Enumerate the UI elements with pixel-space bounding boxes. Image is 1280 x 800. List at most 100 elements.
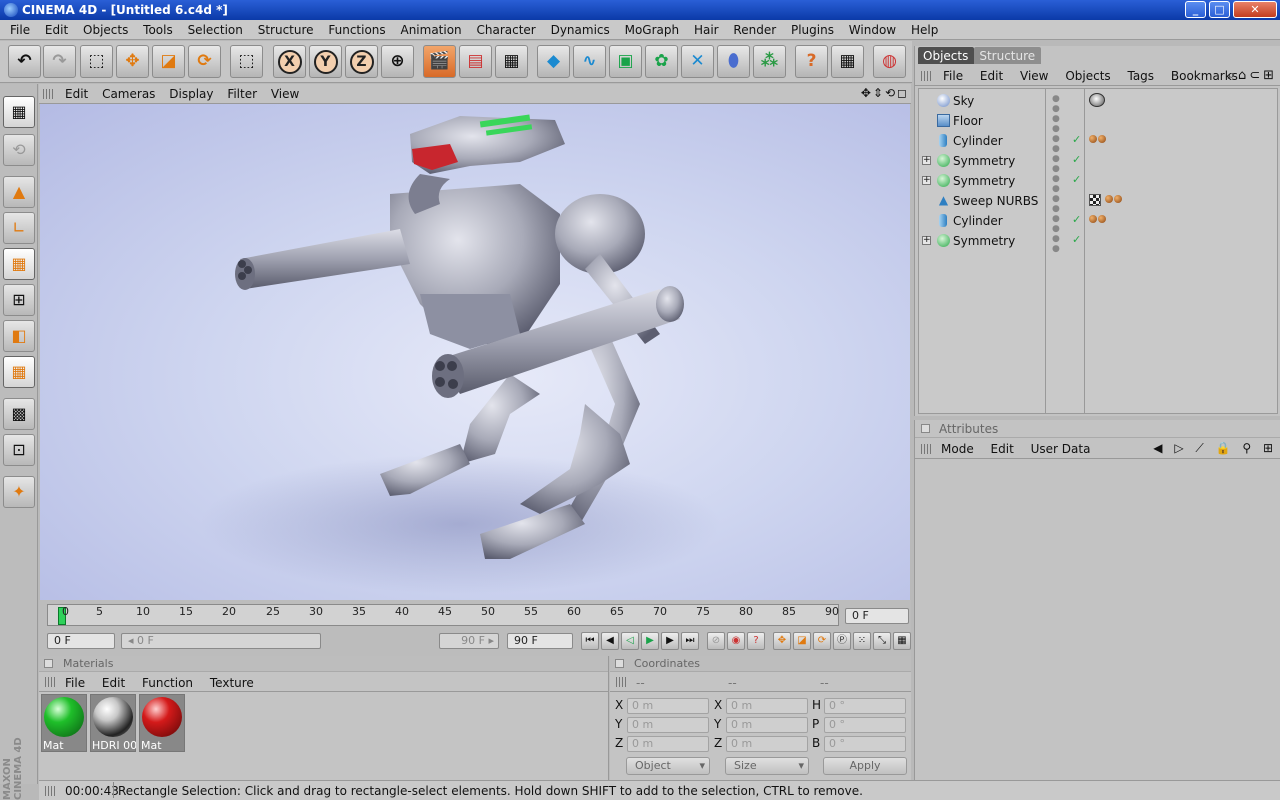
record-scale-button[interactable]: ◪ — [793, 632, 811, 650]
add-particle-button[interactable]: ⁂ — [753, 45, 786, 78]
autokeying-button[interactable]: ◉ — [727, 632, 745, 650]
enabled-check-icon[interactable]: ✓ — [1072, 233, 1081, 246]
menu-plugins[interactable]: Plugins — [791, 20, 834, 37]
menu-tools[interactable]: Tools — [143, 20, 173, 37]
points-tool-button[interactable]: ▦ — [3, 248, 35, 280]
attributes-toolbar-icons[interactable]: ◀ ▷ ⟋ 🔒 ⚲ ⊞ — [1153, 441, 1277, 456]
menu-character[interactable]: Character — [477, 20, 536, 37]
rectangle-selection-button[interactable]: ⬚ — [80, 45, 113, 78]
size-z-field[interactable]: 0 m — [726, 736, 808, 752]
z-axis-button[interactable]: Z — [345, 45, 378, 78]
tab-structure[interactable]: Structure — [974, 47, 1042, 64]
om-menu-edit[interactable]: Edit — [980, 69, 1003, 83]
menu-structure[interactable]: Structure — [258, 20, 314, 37]
menu-dynamics[interactable]: Dynamics — [551, 20, 610, 37]
move-tool-button[interactable]: ✥ — [116, 45, 149, 78]
texture-mode-button[interactable]: ▩ — [3, 398, 35, 430]
record-position-button[interactable]: ✥ — [773, 632, 791, 650]
expand-icon[interactable]: + — [922, 236, 931, 245]
add-deformer-button[interactable]: ✕ — [681, 45, 714, 78]
menu-objects[interactable]: Objects — [83, 20, 128, 37]
tab-objects[interactable]: Objects — [918, 47, 975, 64]
rotation-p-field[interactable]: 0 ° — [824, 717, 906, 733]
rotation-b-field[interactable]: 0 ° — [824, 736, 906, 752]
size-mode-select[interactable]: Size ▾ — [725, 757, 809, 775]
om-menu-objects[interactable]: Objects — [1065, 69, 1110, 83]
end-frame-field[interactable]: 90 F — [507, 633, 573, 649]
material-swatch-hdri[interactable]: HDRI 00 — [90, 694, 136, 752]
current-frame-field[interactable]: 0 F — [845, 608, 909, 624]
undo-button[interactable]: ↶ — [8, 45, 41, 78]
menu-render[interactable]: Render — [733, 20, 776, 37]
go-to-start-button[interactable]: ⏮ — [581, 632, 599, 650]
rotation-h-field[interactable]: 0 ° — [824, 698, 906, 714]
help-button[interactable]: ? — [795, 45, 828, 78]
snap-button[interactable]: ✦ — [3, 476, 35, 508]
viewport-menu-filter[interactable]: Filter — [227, 87, 257, 101]
minimize-button[interactable]: _ — [1185, 1, 1206, 18]
attr-menu-edit[interactable]: Edit — [991, 442, 1014, 456]
add-cube-button[interactable]: ◆ — [537, 45, 570, 78]
object-tags[interactable] — [1089, 93, 1105, 110]
range-end-field[interactable]: 90 F ▸ — [439, 633, 499, 649]
viewport-menu-view[interactable]: View — [271, 87, 299, 101]
render-settings-button[interactable]: ▦ — [495, 45, 528, 78]
om-menu-view[interactable]: View — [1020, 69, 1048, 83]
edges-tool-button[interactable]: ⊞ — [3, 284, 35, 316]
start-frame-field[interactable]: 0 F — [47, 633, 115, 649]
materials-menu-texture[interactable]: Texture — [210, 676, 254, 690]
menu-selection[interactable]: Selection — [188, 20, 243, 37]
om-menu-file[interactable]: File — [943, 69, 963, 83]
redo-button[interactable]: ↷ — [43, 45, 76, 78]
play-backward-button[interactable]: ◁ — [621, 632, 639, 650]
object-row-sweep-nurbs[interactable]: ▲ Sweep NURBS ● ● — [919, 191, 1277, 214]
coordinate-mode-select[interactable]: Object ▾ — [626, 757, 710, 775]
timeline-ruler[interactable]: 0 5 10 15 20 25 30 35 40 45 50 55 60 65 … — [47, 604, 839, 626]
record-active-button[interactable]: ⊘ — [707, 632, 725, 650]
attr-menu-mode[interactable]: Mode — [941, 442, 974, 456]
apply-button[interactable]: Apply — [823, 757, 907, 775]
enabled-check-icon[interactable]: ✓ — [1072, 153, 1081, 166]
go-to-end-button[interactable]: ⏭ — [681, 632, 699, 650]
materials-menu-function[interactable]: Function — [142, 676, 193, 690]
object-tags[interactable] — [1089, 193, 1123, 206]
object-tags[interactable] — [1089, 213, 1107, 226]
previous-frame-button[interactable]: ◀ — [601, 632, 619, 650]
object-row-symmetry[interactable]: + Symmetry ● ● ✓ — [919, 171, 1277, 194]
viewport-menu-edit[interactable]: Edit — [65, 87, 88, 101]
panel-toggle-checkbox[interactable] — [921, 424, 930, 433]
coordinate-system-button[interactable]: ⊕ — [381, 45, 414, 78]
play-forward-button[interactable]: ▶ — [641, 632, 659, 650]
menu-edit[interactable]: Edit — [45, 20, 68, 37]
visibility-dots[interactable]: ● ● — [1052, 234, 1061, 254]
add-array-button[interactable]: ✿ — [645, 45, 678, 78]
range-start-field[interactable]: ◂ 0 F — [121, 633, 321, 649]
materials-menu-edit[interactable]: Edit — [102, 676, 125, 690]
close-button[interactable]: ✕ — [1233, 1, 1277, 18]
maximize-button[interactable]: □ — [1209, 1, 1230, 18]
scale-tool-button[interactable]: ◪ — [152, 45, 185, 78]
add-nurbs-button[interactable]: ▣ — [609, 45, 642, 78]
record-point-level-button[interactable]: ⁙ — [853, 632, 871, 650]
record-rotation-button[interactable]: ⟳ — [813, 632, 831, 650]
x-axis-button[interactable]: X — [273, 45, 306, 78]
record-parameter-button[interactable]: Ⓟ — [833, 632, 851, 650]
animation-mode-button[interactable]: ▦ — [3, 356, 35, 388]
object-row-symmetry[interactable]: + Symmetry ● ● ✓ — [919, 231, 1277, 254]
next-frame-button[interactable]: ▶ — [661, 632, 679, 650]
om-toolbar-icons[interactable]: ⌕⌂⊂⊞ — [1228, 68, 1277, 83]
rotate-tool-button[interactable]: ⟳ — [188, 45, 221, 78]
materials-menu-file[interactable]: File — [65, 676, 85, 690]
size-x-field[interactable]: 0 m — [726, 698, 808, 714]
position-y-field[interactable]: 0 m — [627, 717, 709, 733]
material-swatch-red[interactable]: Mat — [139, 694, 185, 752]
use-object-tool-button[interactable]: ⟲ — [3, 134, 35, 166]
viewport-menu-cameras[interactable]: Cameras — [102, 87, 155, 101]
om-menu-tags[interactable]: Tags — [1127, 69, 1154, 83]
add-scene-button[interactable]: ⬮ — [717, 45, 750, 78]
render-view-button[interactable]: 🎬 — [423, 45, 456, 78]
interpolation-button[interactable]: ⤡ — [873, 632, 891, 650]
object-row-floor[interactable]: Floor ● ● — [919, 111, 1277, 134]
live-selection-button[interactable]: ⬚ — [230, 45, 263, 78]
expand-icon[interactable]: + — [922, 176, 931, 185]
